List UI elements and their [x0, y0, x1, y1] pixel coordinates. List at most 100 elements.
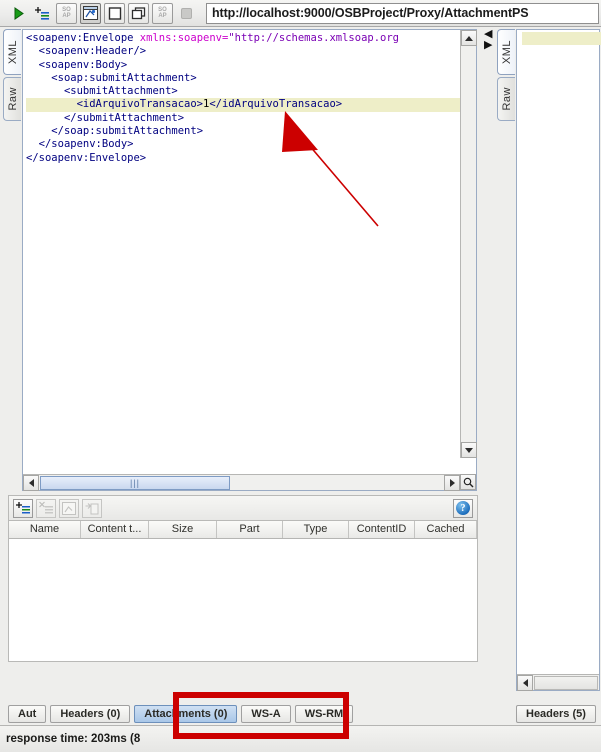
xml-line: <soapenv:Header/> [26, 45, 460, 58]
chevron-down-icon [465, 447, 473, 453]
request-view-tab-xml-label: XML [6, 39, 19, 65]
status-text: response time: 203ms (8 [6, 733, 141, 745]
xml-line: <idArquivoTransacao>1</idArquivoTransaca… [26, 98, 460, 112]
one-pane-layout-button[interactable] [104, 2, 125, 24]
attachments-column-header[interactable]: ContentID [349, 521, 415, 538]
xml-line: <soapenv:Body> [26, 59, 460, 72]
validate-button[interactable] [80, 2, 101, 24]
stop-square-icon [181, 7, 192, 19]
xml-line: </soapenv:Envelope> [26, 152, 460, 165]
request-tab-attachments-0[interactable]: Attachments (0) [134, 705, 238, 723]
chevron-left-icon [522, 679, 528, 687]
attachments-column-header[interactable]: Content t... [81, 521, 149, 538]
endpoint-url-text: http://localhost:9000/OSBProject/Proxy/A… [212, 6, 529, 20]
main-split-area: XML Raw <soapenv:Envelope xmlns:soapenv=… [0, 27, 601, 725]
request-xml-content[interactable]: <soapenv:Envelope xmlns:soapenv="http://… [23, 30, 460, 458]
xml-line: <soapenv:Envelope xmlns:soapenv="http://… [26, 32, 460, 45]
scroll-left-button[interactable] [23, 475, 39, 491]
request-view-tab-raw[interactable]: Raw [3, 77, 21, 121]
xml-token-tag: <soap:submitAttachment> [51, 71, 197, 84]
submit-request-button[interactable] [8, 3, 29, 24]
response-panel: XML Raw Headers (5) [495, 27, 601, 725]
request-view-tabs: XML Raw [3, 29, 21, 121]
panel-splitter[interactable]: ◀ ▶ [483, 27, 495, 725]
status-bar: response time: 203ms (8 [0, 725, 601, 752]
add-attachment-button[interactable] [13, 498, 33, 518]
response-tab-headers[interactable]: Headers (5) [516, 705, 596, 723]
xml-token-tag: <soapenv:Envelope [26, 32, 140, 44]
scroll-up-button[interactable] [461, 30, 477, 46]
attachments-column-header[interactable]: Part [217, 521, 283, 538]
response-xml-editor[interactable] [516, 29, 601, 691]
horizontal-scroll-thumb[interactable]: ||| [40, 476, 230, 490]
attachments-toolbar: ? [8, 495, 478, 520]
xml-token-tag: <idArquivoTransacao> [76, 98, 204, 111]
response-scroll-thumb[interactable] [534, 676, 598, 690]
attachments-column-header[interactable]: Size [149, 521, 217, 538]
response-highlight-row [522, 32, 601, 45]
soap-raw-button[interactable]: SO AP [152, 2, 173, 24]
xml-token-val: "http://schemas.xmlsoap.org [228, 32, 399, 44]
xml-line: </soap:submitAttachment> [26, 125, 460, 138]
properties-icon [62, 501, 76, 515]
attachments-panel: ? Name Content t... Size Part Type ContentID C… [8, 495, 486, 690]
response-view-tab-xml[interactable]: XML [497, 29, 515, 75]
add-icon [15, 502, 30, 514]
request-xml-editor[interactable]: <soapenv:Envelope xmlns:soapenv="http://… [22, 29, 477, 491]
editor-zoom-corner-button[interactable] [460, 474, 476, 490]
attachments-table-body[interactable] [9, 539, 477, 661]
request-tab-ws-a[interactable]: WS-A [241, 705, 291, 723]
copy-windows-icon [131, 6, 146, 19]
scroll-down-button[interactable] [461, 442, 477, 458]
export-icon [85, 502, 99, 514]
attachments-column-header[interactable]: Type [283, 521, 349, 538]
attachment-properties-button [59, 498, 79, 518]
chevron-left-icon [28, 479, 34, 487]
response-view-tabs: XML Raw [497, 29, 515, 121]
attachments-column-header[interactable]: Cached [415, 521, 477, 538]
xml-line: <submitAttachment> [26, 85, 460, 98]
request-editor-horizontal-scrollbar[interactable]: ||| [23, 474, 460, 491]
main-toolbar: SO AP SO AP http://localhost:9000/OSBProje… [0, 0, 601, 27]
request-editor-vertical-scrollbar[interactable] [460, 30, 477, 458]
attachments-help-button[interactable]: ? [453, 498, 473, 518]
add-lines-icon [35, 6, 49, 20]
play-icon [14, 6, 24, 20]
attachments-table[interactable]: Name Content t... Size Part Type ContentID Cac… [8, 520, 478, 662]
endpoint-url-input[interactable]: http://localhost:9000/OSBProject/Proxy/A… [206, 2, 599, 24]
request-tab-ws-rm[interactable]: WS-RM [294, 705, 354, 723]
remove-attachment-button [36, 498, 56, 518]
xml-token-tag: </soapenv:Envelope> [26, 151, 147, 164]
xml-token-attr: xmlns:soapenv= [139, 32, 229, 44]
remove-icon [38, 501, 53, 514]
scroll-grip-icon: ||| [129, 478, 140, 488]
request-tab-aut[interactable]: Aut [8, 705, 47, 723]
scroll-right-button[interactable] [444, 475, 460, 491]
request-view-tab-xml[interactable]: XML [3, 29, 21, 75]
collapse-right-icon[interactable]: ▶ [484, 39, 492, 50]
xml-line: </soapenv:Body> [26, 138, 460, 151]
stop-button [176, 3, 197, 24]
response-bottom-tabs: Headers (5) [516, 703, 600, 725]
chevron-up-icon [465, 35, 473, 41]
response-horizontal-scrollbar[interactable] [517, 674, 599, 691]
soap-format-button[interactable]: SO AP [56, 2, 77, 24]
export-attachment-button [82, 498, 102, 518]
add-request-button[interactable] [32, 3, 53, 24]
request-tab-headers-0[interactable]: Headers (0) [50, 705, 131, 723]
xml-token-tag: <soapenv:Body> [38, 58, 128, 71]
request-view-tab-raw-label: Raw [6, 87, 19, 111]
request-bottom-tabs: Aut Headers (0) Attachments (0) WS-A WS-RM [8, 703, 478, 725]
xml-token-tag: </soapenv:Body> [38, 138, 134, 151]
xml-token-tag: </submitAttachment> [63, 111, 185, 124]
response-view-tab-raw[interactable]: Raw [497, 77, 515, 121]
xml-token-tag: </idArquivoTransacao> [209, 98, 343, 111]
two-pane-layout-button[interactable] [128, 2, 149, 24]
attachments-column-header[interactable]: Name [9, 521, 81, 538]
response-scroll-left-button[interactable] [517, 675, 533, 691]
request-xml-text: <soapenv:Envelope xmlns:soapenv="http://… [23, 30, 460, 165]
help-icon: ? [456, 501, 470, 515]
chevron-right-icon [449, 479, 455, 487]
xml-token-tag: <soapenv:Header/> [38, 45, 147, 58]
soap-icon: SO AP [158, 7, 167, 19]
